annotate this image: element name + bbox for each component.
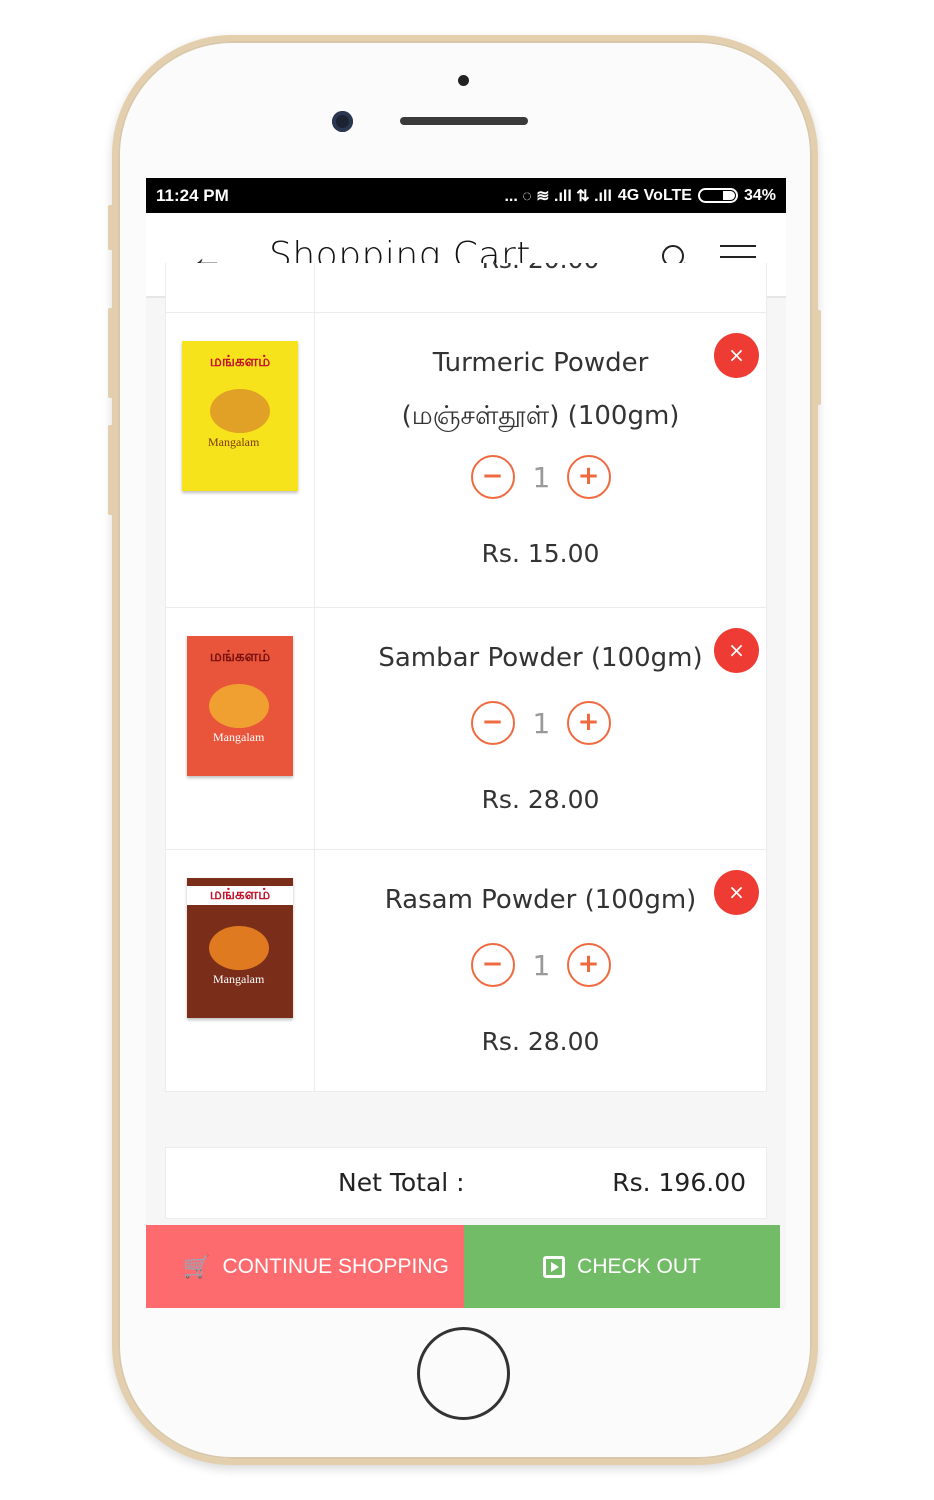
- sensor: [458, 75, 469, 86]
- item-qty: 1: [532, 706, 551, 740]
- cart-item: மங்களம் Mangalam Rasam Powder (100gm) −1 +…: [165, 850, 767, 1092]
- network-label: 4G VoLTE: [617, 186, 692, 204]
- decrease-qty-button[interactable]: −: [470, 701, 515, 745]
- continue-shopping-label: CONTINUE SHOPPING: [222, 1254, 449, 1278]
- net-total-label: Net Total :: [338, 1168, 465, 1197]
- status-bar: 11:24 PM ... ◌ ≋ .ıll ⇅ .ıll 4G VoLTE 34…: [146, 178, 786, 213]
- item-price: Rs. 28.00: [481, 1027, 600, 1056]
- item-name[interactable]: Turmeric Powder (மஞ்சள்தூள்) (100gm): [315, 337, 766, 443]
- checkout-button[interactable]: CHECK OUT: [464, 1225, 780, 1308]
- battery-percent: 34%: [743, 186, 776, 204]
- cart-item-partial: Rs. 20.00: [165, 263, 767, 313]
- checkout-label: CHECK OUT: [577, 1254, 701, 1278]
- app-screen: 11:24 PM ... ◌ ≋ .ıll ⇅ .ıll 4G VoLTE 34…: [146, 178, 786, 1308]
- item-qty: 1: [532, 460, 551, 494]
- increase-qty-button[interactable]: +: [566, 943, 611, 987]
- cart-item: மங்களம் Mangalam Sambar Powder (100gm) −1…: [165, 608, 767, 850]
- mute-switch: [108, 205, 113, 250]
- continue-shopping-button[interactable]: 🛒 CONTINUE SHOPPING: [146, 1225, 464, 1308]
- net-total: Net Total : Rs. 196.00: [165, 1147, 767, 1219]
- action-bar: 🛒 CONTINUE SHOPPING CHECK OUT: [146, 1225, 786, 1308]
- volume-down-button: [108, 425, 113, 515]
- status-icons: ... ◌ ≋ .ıll ⇅ .ıll: [504, 187, 612, 205]
- increase-qty-button[interactable]: +: [566, 701, 611, 745]
- item-qty: 1: [532, 948, 551, 982]
- play-square-icon: [543, 1255, 566, 1278]
- status-time: 11:24 PM: [156, 185, 229, 205]
- cart-icon: 🛒: [183, 1253, 211, 1279]
- cart-item: மங்களம் Mangalam Turmeric Powder (மஞ்சள்த…: [165, 313, 767, 608]
- battery-icon: [697, 188, 738, 203]
- front-camera: [332, 111, 353, 132]
- decrease-qty-button[interactable]: −: [470, 943, 515, 987]
- increase-qty-button[interactable]: +: [566, 455, 611, 499]
- decrease-qty-button[interactable]: −: [470, 455, 515, 499]
- remove-item-button[interactable]: ×: [714, 870, 759, 915]
- product-image[interactable]: மங்களம் Mangalam: [187, 636, 293, 776]
- item-price: Rs. 20.00: [315, 263, 766, 274]
- remove-item-button[interactable]: ×: [714, 333, 759, 378]
- item-price: Rs. 28.00: [481, 785, 600, 814]
- remove-item-button[interactable]: ×: [714, 628, 759, 673]
- product-image[interactable]: மங்களம் Mangalam: [182, 341, 298, 491]
- home-button[interactable]: [417, 1327, 510, 1420]
- item-name[interactable]: Sambar Powder (100gm): [315, 632, 766, 685]
- earpiece: [400, 117, 528, 125]
- power-button: [816, 310, 821, 405]
- item-price: Rs. 15.00: [481, 539, 600, 568]
- net-total-value: Rs. 196.00: [612, 1168, 746, 1197]
- volume-up-button: [108, 308, 113, 398]
- cart-list[interactable]: Rs. 20.00 மங்களம்Mangalam Turmeric Powde…: [165, 263, 767, 1092]
- product-image[interactable]: மங்களம் Mangalam: [187, 878, 293, 1018]
- item-name[interactable]: Rasam Powder (100gm): [315, 874, 766, 927]
